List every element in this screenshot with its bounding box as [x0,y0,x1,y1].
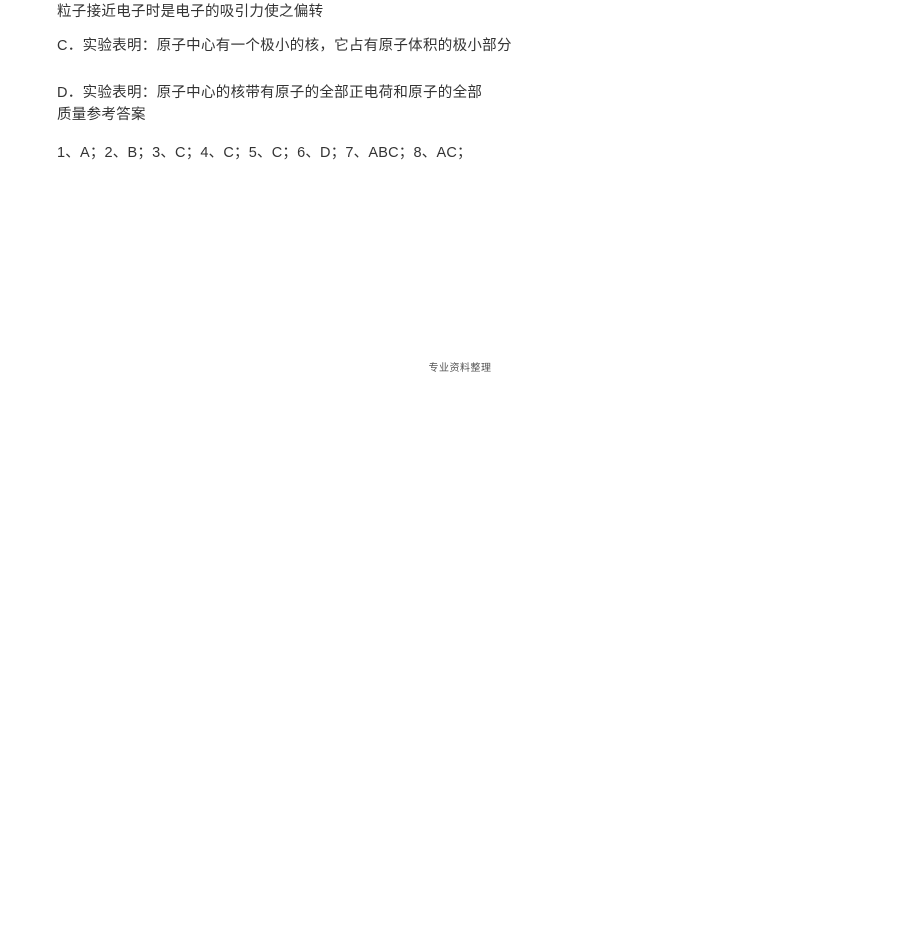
answers-line: 1、A；2、B；3、C；4、C；5、C；6、D；7、ABC；8、AC； [57,143,863,165]
option-c: C．实验表明：原子中心有一个极小的核，它占有原子体积的极小部分 [57,36,863,58]
option-d-line-2: 质量参考答案 [57,105,863,127]
option-d-line-1: D．实验表明：原子中心的核带有原子的全部正电荷和原子的全部 [57,82,863,106]
page-footer: 专业资料整理 [0,359,920,374]
document-content: 粒子接近电子时是电子的吸引力使之偏转 C．实验表明：原子中心有一个极小的核，它占… [0,0,920,165]
text-partial-line: 粒子接近电子时是电子的吸引力使之偏转 [57,2,863,24]
